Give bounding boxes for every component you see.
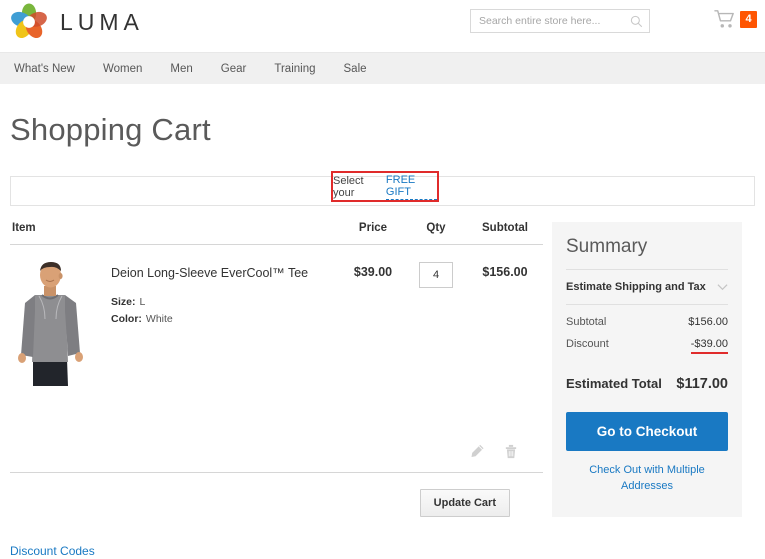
cart-item-subtotal-cell: $156.00: [467, 245, 543, 388]
nav-item-gear[interactable]: Gear: [221, 63, 261, 75]
summary-row-subtotal: Subtotal $156.00: [566, 305, 728, 328]
cart-item-qty-cell: [405, 245, 467, 388]
shopping-cart-icon[interactable]: [714, 9, 736, 29]
trash-icon[interactable]: [503, 443, 519, 460]
nav-item-training[interactable]: Training: [274, 63, 329, 75]
brand-name: LUMA: [60, 8, 144, 35]
product-thumbnail[interactable]: [11, 259, 89, 386]
free-gift-annotation-box: Select your FREE GIFT: [331, 171, 439, 202]
discount-codes-section: Discount Codes Apply Coupon: [10, 542, 543, 559]
free-gift-banner: Select your FREE GIFT: [10, 171, 755, 206]
summary-amount-subtotal: $156.00: [688, 316, 728, 328]
table-row: Deion Long-Sleeve EverCool™ Tee Size: L C…: [10, 245, 543, 388]
main-navigation: What's New Women Men Gear Training Sale: [0, 52, 765, 84]
multiple-addresses-link[interactable]: Check Out with Multiple Addresses: [566, 463, 728, 495]
cart-main: Item Price Qty Subtotal Deion Long-Sleev…: [10, 222, 755, 559]
pencil-icon[interactable]: [469, 443, 485, 460]
summary-label-discount: Discount: [566, 338, 609, 350]
option-value-color: White: [145, 313, 173, 326]
summary-amount-discount: -$39.00: [690, 338, 728, 354]
update-cart-row: Update Cart: [10, 489, 543, 517]
free-gift-prefix: Select your: [333, 174, 364, 199]
nav-item-sale[interactable]: Sale: [344, 63, 381, 75]
summary-row-discount: Discount -$39.00: [566, 328, 728, 354]
cart-table: Item Price Qty Subtotal Deion Long-Sleev…: [10, 222, 543, 387]
estimated-total-amount: $117.00: [676, 376, 728, 392]
option-label-size: Size:: [111, 295, 136, 308]
site-logo[interactable]: LUMA: [10, 3, 144, 41]
nav-item-whats-new[interactable]: What's New: [14, 63, 89, 75]
product-price: $39.00: [353, 265, 393, 279]
nav-item-women[interactable]: Women: [103, 63, 156, 75]
quantity-input[interactable]: [419, 262, 453, 288]
option-value-size: L: [139, 295, 146, 308]
order-summary-panel: Summary Estimate Shipping and Tax Subtot…: [552, 222, 742, 517]
search-icon[interactable]: [630, 15, 643, 28]
luma-flower-logo-icon: [11, 3, 47, 39]
item-actions-row: [10, 429, 543, 473]
cart-item-cell: Deion Long-Sleeve EverCool™ Tee Size: L C…: [10, 245, 341, 388]
cart-count-badge: 4: [740, 10, 757, 28]
cart-table-body: Deion Long-Sleeve EverCool™ Tee Size: L C…: [10, 245, 543, 388]
summary-title: Summary: [566, 236, 728, 270]
product-subtotal: $156.00: [482, 265, 528, 279]
search-box[interactable]: [470, 9, 650, 33]
nav-item-men[interactable]: Men: [170, 63, 206, 75]
cart-item-price-cell: $39.00: [341, 245, 405, 388]
product-option-size: Size: L: [111, 294, 308, 311]
free-gift-link[interactable]: FREE GIFT: [385, 174, 437, 200]
column-header-item: Item: [10, 222, 341, 245]
go-to-checkout-button[interactable]: Go to Checkout: [566, 412, 728, 451]
mini-cart[interactable]: 4: [714, 9, 757, 29]
cart-header-row: Item Price Qty Subtotal: [10, 222, 543, 245]
page-title: Shopping Cart: [10, 112, 211, 147]
estimate-shipping-tax-toggle[interactable]: Estimate Shipping and Tax: [566, 270, 728, 305]
column-header-qty: Qty: [405, 222, 467, 245]
estimated-total-label: Estimated Total: [566, 376, 662, 391]
product-option-color: Color: White: [111, 311, 308, 328]
product-image: [11, 259, 89, 386]
estimate-shipping-tax-label: Estimate Shipping and Tax: [566, 281, 706, 293]
column-header-subtotal: Subtotal: [467, 222, 543, 245]
search-input[interactable]: [477, 14, 630, 28]
summary-row-estimated-total: Estimated Total $117.00: [566, 376, 728, 396]
summary-label-subtotal: Subtotal: [566, 316, 607, 328]
product-name[interactable]: Deion Long-Sleeve EverCool™ Tee: [111, 265, 308, 282]
discount-codes-toggle[interactable]: Discount Codes: [10, 544, 95, 558]
cart-table-head: Item Price Qty Subtotal: [10, 222, 543, 245]
cart-items-column: Item Price Qty Subtotal Deion Long-Sleev…: [10, 222, 543, 559]
update-cart-button[interactable]: Update Cart: [419, 489, 510, 517]
option-label-color: Color:: [111, 313, 142, 326]
site-header: LUMA 4: [0, 0, 765, 52]
shopping-cart-page: LUMA 4 What's New Women Men Gear Trainin…: [0, 0, 765, 559]
column-header-price: Price: [341, 222, 405, 245]
chevron-down-icon[interactable]: [717, 283, 728, 291]
